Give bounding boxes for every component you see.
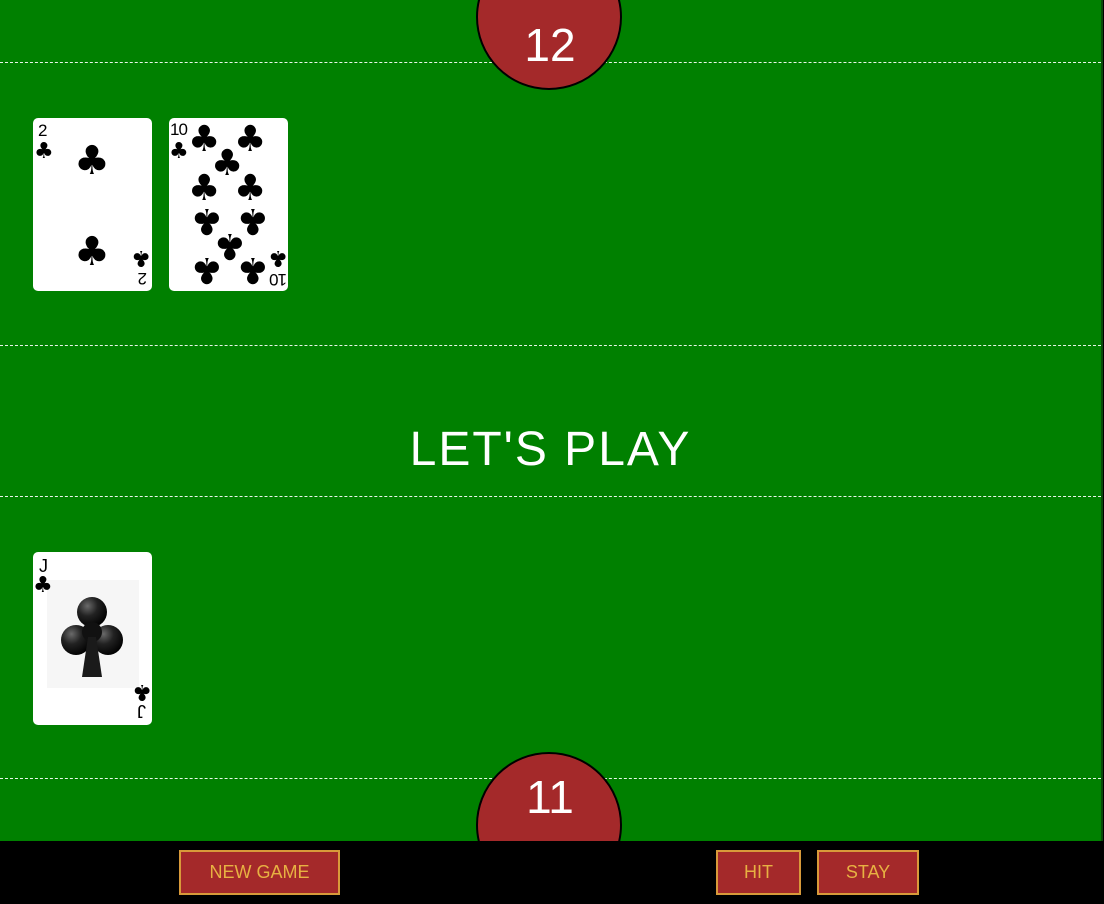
club-suit-icon: ♣ (34, 139, 54, 164)
club-pip-icon: ♣ (74, 229, 110, 275)
club-suit-icon: ♣ (169, 139, 189, 164)
new-game-button[interactable]: NEW GAME (179, 850, 340, 895)
hit-button[interactable]: HIT (716, 850, 801, 895)
card-rank: 2 (38, 121, 47, 140)
card-rank-inverted: 2 (138, 269, 147, 288)
club-suit-icon: ♣ (132, 679, 152, 704)
card-rank-inverted: 10 (270, 270, 287, 289)
dealer-card-1: 2 ♣ ♣ ♣ 2 ♣ (33, 118, 152, 291)
club-suit-icon: ♣ (268, 245, 288, 270)
game-table: 12 2 ♣ ♣ ♣ 2 ♣ 10 ♣ ♣ ♣ ♣ ♣ ♣ ♣ ♣ ♣ ♣ ♣ … (0, 0, 1103, 841)
dealer-score: 12 (524, 19, 576, 71)
player-score: 11 (526, 771, 574, 823)
status-message: LET'S PLAY (409, 423, 692, 476)
dealer-area-bottom-line (0, 345, 1101, 346)
control-bar: NEW GAME HIT STAY (0, 841, 1104, 904)
player-card-1: J ♣ J ♣ (33, 552, 152, 725)
club-pip-icon: ♣ (74, 138, 110, 184)
club-suit-icon: ♣ (33, 573, 53, 598)
club-suit-icon: ♣ (131, 245, 151, 270)
player-area-top-line (0, 496, 1101, 497)
card-rank: 10 (170, 120, 187, 139)
stay-button[interactable]: STAY (817, 850, 919, 895)
dealer-card-2: 10 ♣ ♣ ♣ ♣ ♣ ♣ ♣ ♣ ♣ ♣ ♣ 10 ♣ (169, 118, 288, 291)
club-pip-icon: ♣ (237, 200, 269, 241)
club-pip-icon: ♣ (191, 200, 223, 241)
